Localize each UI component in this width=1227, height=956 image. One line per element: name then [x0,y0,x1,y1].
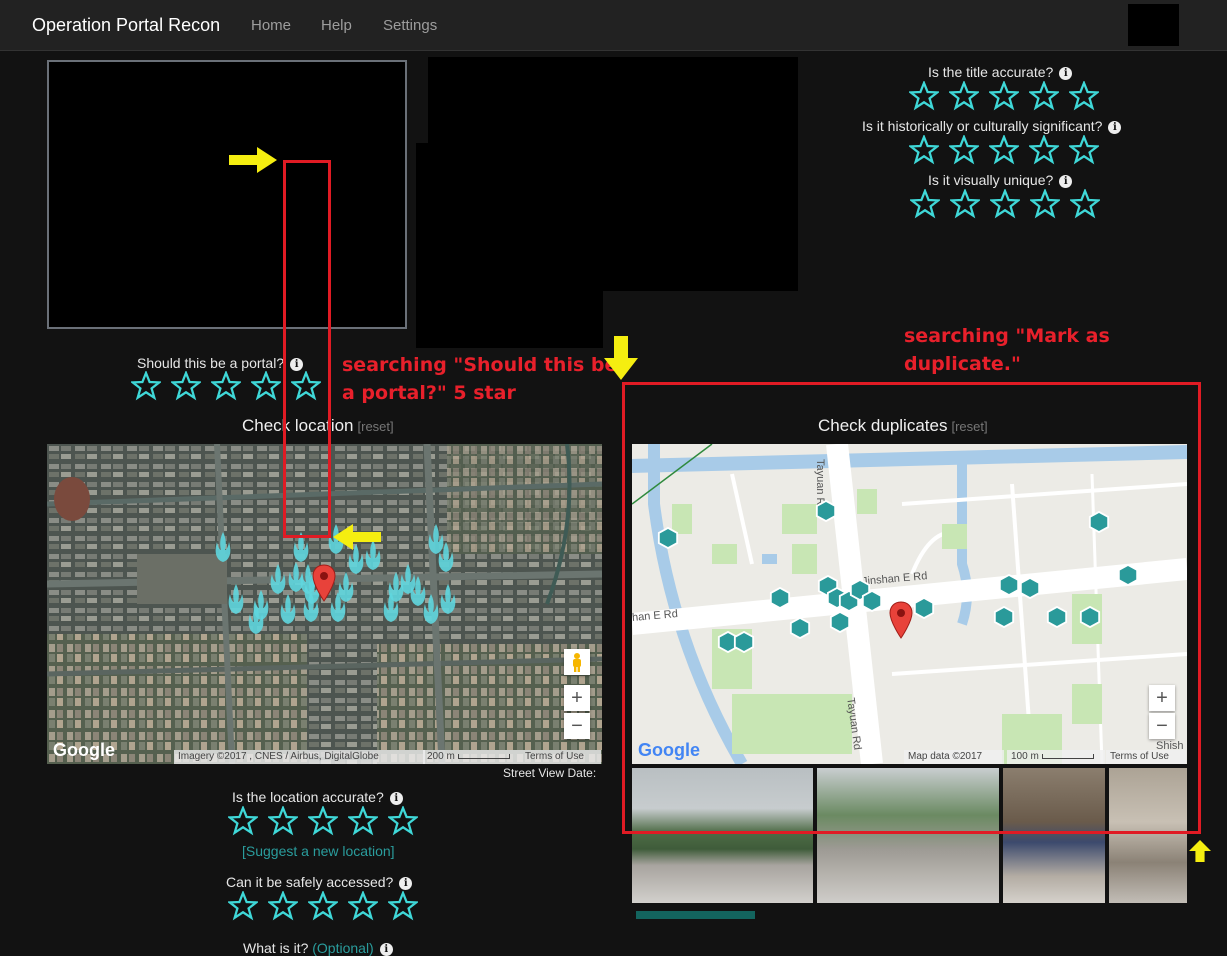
arrow-up-icon [1189,840,1211,862]
star-outline-icon[interactable] [1029,135,1059,165]
star-outline-icon[interactable] [989,135,1019,165]
portal-marker-icon[interactable] [439,584,457,614]
imagery-attribution: Imagery ©2017 , CNES / Airbus, DigitalGl… [174,750,425,764]
info-icon[interactable]: i [1108,121,1122,134]
star-outline-icon[interactable] [228,806,258,836]
terms-of-use-link[interactable]: Terms of Use [521,750,601,764]
info-icon[interactable]: i [1059,67,1073,80]
annotation-text-portal: searching "Should this be a portal?" 5 st… [342,354,618,404]
brand-title[interactable]: Operation Portal Recon [32,15,220,36]
star-outline-icon[interactable] [989,81,1019,111]
star-outline-icon[interactable] [251,371,281,401]
star-outline-icon[interactable] [949,135,979,165]
redacted-photo-area [49,62,405,327]
title-accurate-question: Is the title accurate? i [928,64,1073,80]
redacted-description [416,143,798,291]
info-icon[interactable]: i [399,877,413,890]
photo-strip-scrollbar[interactable] [636,911,755,919]
redacted-title [428,57,798,143]
location-accurate-question: Is the location accurate? i [232,789,403,805]
star-outline-icon[interactable] [171,371,201,401]
portal-marker-icon[interactable] [269,564,287,594]
star-outline-icon[interactable] [228,891,258,921]
star-outline-icon[interactable] [1030,189,1060,219]
top-navbar: Operation Portal Recon Home Help Setting… [0,0,1227,51]
star-outline-icon[interactable] [211,371,241,401]
arrow-down-icon [604,336,638,380]
star-outline-icon[interactable] [308,806,338,836]
star-outline-icon[interactable] [131,371,161,401]
portal-marker-icon[interactable] [227,584,245,614]
portal-marker-icon[interactable] [437,542,455,572]
portal-marker-icon[interactable] [382,592,400,622]
significant-question: Is it historically or culturally signifi… [862,118,1122,134]
candidate-photo[interactable] [47,60,407,329]
star-outline-icon[interactable] [909,135,939,165]
what-is-it-question: What is it? (Optional) i [243,940,393,956]
star-outline-icon[interactable] [1069,135,1099,165]
portal-marker-icon[interactable] [247,604,265,634]
street-view-date-label: Street View Date: [503,766,597,780]
star-outline-icon[interactable] [1029,81,1059,111]
star-outline-icon[interactable] [949,81,979,111]
annotation-highlight-duplicates [622,382,1201,834]
user-avatar[interactable] [1128,4,1179,46]
star-outline-icon[interactable] [1070,189,1100,219]
safe-access-question: Can it be safely accessed? i [226,874,413,890]
location-reset-link[interactable]: [reset] [358,419,394,434]
suggest-location-link[interactable]: [Suggest a new location] [242,843,395,859]
portal-marker-icon[interactable] [422,594,440,624]
star-outline-icon[interactable] [950,189,980,219]
star-outline-icon[interactable] [268,891,298,921]
nav-help-link[interactable]: Help [321,17,352,34]
star-outline-icon[interactable] [388,891,418,921]
info-icon[interactable]: i [379,943,393,956]
arrow-right-icon [229,147,277,173]
should-be-portal-question: Should this be a portal? i [137,355,304,371]
star-outline-icon[interactable] [1069,81,1099,111]
portal-marker-icon[interactable] [214,532,232,562]
info-icon[interactable]: i [389,792,403,805]
star-outline-icon[interactable] [308,891,338,921]
optional-label[interactable]: (Optional) [312,940,373,956]
pegman-icon[interactable] [564,649,590,675]
map-scale: 200 m [423,750,521,764]
annotation-text-duplicate: searching "Mark as duplicate." [904,325,1110,375]
nav-home-link[interactable]: Home [251,17,291,34]
star-outline-icon[interactable] [990,189,1020,219]
star-outline-icon[interactable] [909,81,939,111]
nav-settings-link[interactable]: Settings [383,17,437,34]
map-pin-icon[interactable] [312,564,336,602]
zoom-in-button[interactable]: + [564,685,590,711]
arrow-left-icon [333,524,381,550]
info-icon[interactable]: i [1059,175,1073,188]
annotation-highlight-portal-flames [283,160,331,538]
zoom-out-button[interactable]: − [564,713,590,739]
unique-question: Is it visually unique? i [928,172,1073,188]
google-logo: Google [53,740,115,760]
star-outline-icon[interactable] [910,189,940,219]
redacted-supporting [416,290,603,348]
star-outline-icon[interactable] [388,806,418,836]
portal-marker-icon[interactable] [279,594,297,624]
star-outline-icon[interactable] [348,806,378,836]
star-outline-icon[interactable] [348,891,378,921]
star-outline-icon[interactable] [268,806,298,836]
